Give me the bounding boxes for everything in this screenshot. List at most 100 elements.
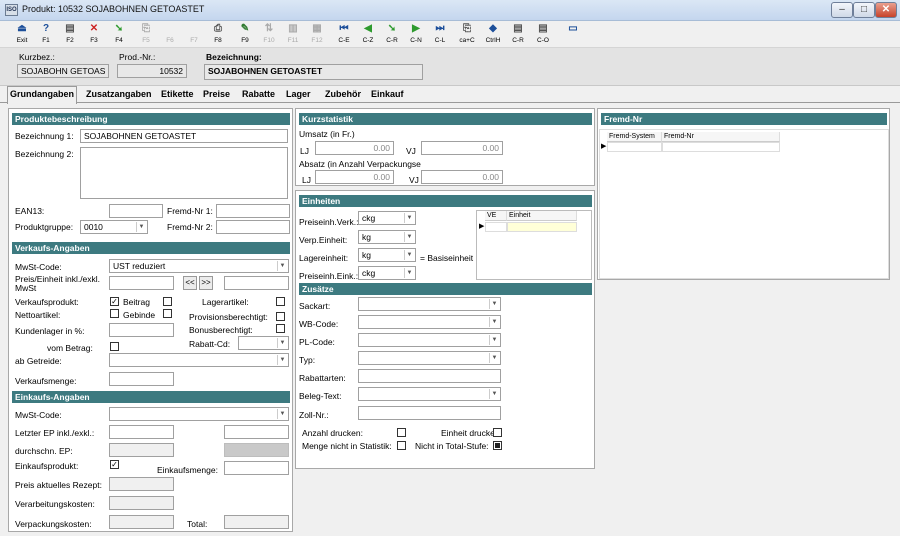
letzter-ep-field[interactable] [109,425,174,439]
next-price-button[interactable]: >> [199,276,213,290]
sackart-select[interactable]: ▼ [358,297,501,311]
section-verkaufs-angaben: Verkaufs-Angaben [12,242,290,254]
kundenlager-field[interactable] [109,323,174,337]
preiseinh-eink-select[interactable]: ckg ▼ [358,266,416,280]
toolbar-label: Exit [16,37,28,44]
beitrag-checkbox[interactable] [163,297,172,306]
left-panel: Produktebeschreibung Bezeichnung 1: SOJA… [8,108,293,532]
grid-cell[interactable] [662,142,780,152]
rabattarten-field[interactable] [358,369,501,383]
toolbar-button-f8[interactable]: ⎙ F8 [207,22,229,47]
preis2-field[interactable] [224,276,289,290]
mwst-select[interactable]: UST reduziert ▼ [109,259,289,273]
toolbar-button-f3[interactable]: ✕ F3 [83,22,105,47]
toolbar-button-f11[interactable]: ▥ F11 [282,22,304,47]
lagerartikel-checkbox[interactable] [276,297,285,306]
tab-preise[interactable]: Preise [201,87,232,103]
rabattcd-select[interactable]: ▼ [238,336,289,350]
kurzbez-field[interactable]: SOJABOHN GETOAS [17,64,109,78]
toolbar-button-c-n[interactable]: ▶ C-N [405,22,427,47]
plcode-select[interactable]: ▼ [358,333,501,347]
anzahl-drucken-checkbox[interactable] [397,428,406,437]
toolbar-button-extra[interactable]: ▭ [562,22,584,47]
toolbar-button-exit[interactable]: ⏏ Exit [11,22,33,47]
einkaufsmenge-field[interactable] [224,461,289,475]
minimize-button[interactable]: – [831,2,853,18]
fremdnr-grid[interactable]: Fremd-System Fremd-Nr ▶ [599,129,889,279]
toolbar-button-f6[interactable]: F6 [159,22,181,47]
toolbar-button-c-e[interactable]: ⏮ C-E [333,22,355,47]
typ-select[interactable]: ▼ [358,351,501,365]
toolbar-button-c-r[interactable]: ▤ C-R [507,22,529,47]
fremd2-field[interactable] [216,220,290,234]
belegtext-select[interactable]: ▼ [358,387,501,401]
fremd1-field[interactable] [216,204,290,218]
preis-field[interactable] [109,276,174,290]
nettoartikel-checkbox[interactable] [110,309,119,318]
toolbar-button-f2[interactable]: ▤ F2 [59,22,81,47]
tab-zusatzangaben[interactable]: Zusatzangaben [84,87,154,103]
bez2-field[interactable] [80,147,288,199]
grid-col-fremd-system[interactable]: Fremd-System [607,132,662,142]
ek-mwst-select[interactable]: ▼ [109,407,289,421]
maximize-button[interactable]: □ [853,2,875,18]
verarbeitung-label: Verarbeitungskosten: [15,499,95,509]
einkaufsprodukt-checkbox[interactable] [110,460,119,469]
bonus-checkbox[interactable] [276,324,285,333]
toolbar-button-f7[interactable]: F7 [183,22,205,47]
toolbar-label: F12 [311,37,323,44]
verkaufsprodukt-checkbox[interactable] [110,297,119,306]
chevron-down-icon: ▼ [404,268,414,278]
grid-cell[interactable] [485,222,507,232]
produktgruppe-select[interactable]: 0010 ▼ [80,220,148,234]
einheiten-grid[interactable]: VE Einheit ▶ [476,210,592,280]
tab-lager[interactable]: Lager [284,87,313,103]
toolbar-button-f4[interactable]: ➘ F4 [108,22,130,47]
verp-einheit-select[interactable]: kg ▼ [358,230,416,244]
tab-grundangaben[interactable]: Grundangaben [7,86,78,104]
close-button[interactable]: ✕ [875,2,897,18]
toolbar-button-f10[interactable]: ⇅ F10 [258,22,280,47]
toolbar-button-f12[interactable]: ▦ F12 [306,22,328,47]
vombetrag-checkbox[interactable] [110,342,119,351]
tab-etikette[interactable]: Etikette [159,87,196,103]
toolbar-button-c-z[interactable]: ◀ C-Z [357,22,379,47]
grid-col-einheit[interactable]: Einheit [507,211,577,221]
bezeichnung-field[interactable]: SOJABOHNEN GETOASTET [204,64,423,80]
grid-cell[interactable] [507,222,577,232]
app-icon[interactable]: ISO [5,4,18,16]
toolbar-icon: ⇅ [264,23,274,34]
toolbar-button-f5[interactable]: ⎘ F5 [135,22,157,47]
lagereinheit-select[interactable]: kg ▼ [358,248,416,262]
gebinde-checkbox[interactable] [163,309,172,318]
provision-checkbox[interactable] [276,312,285,321]
letzter-ep2-field[interactable] [224,425,289,439]
ean-field[interactable] [109,204,163,218]
einheit-drucken-checkbox[interactable] [493,428,502,437]
einheiten-panel: Einheiten Preiseinh.Verk.: ckg ▼ Verp.Ein… [295,190,595,469]
wbcode-select[interactable]: ▼ [358,315,501,329]
zollnr-field[interactable] [358,406,501,420]
menge-statistik-checkbox[interactable] [397,441,406,450]
toolbar-button-f1[interactable]: ? F1 [35,22,57,47]
bez1-field[interactable]: SOJABOHNEN GETOASTET [80,129,288,143]
grid-cell[interactable] [607,142,662,152]
toolbar-button-c-r[interactable]: ➘ C-R [381,22,403,47]
tab-einkauf[interactable]: Einkauf [369,87,406,103]
toolbar-button-c-o[interactable]: ▤ C-O [532,22,554,47]
preiseinh-verk-select[interactable]: ckg ▼ [358,211,416,225]
toolbar-button-ca-c[interactable]: ⎘ ca+C [456,22,478,47]
tab-rabatte[interactable]: Rabatte [240,87,277,103]
grid-col-ve[interactable]: VE [485,211,507,221]
total-stufe-checkbox[interactable] [493,441,502,450]
getreide-select[interactable]: ▼ [109,353,289,367]
toolbar-button-f9[interactable]: ✎ F9 [234,22,256,47]
prev-price-button[interactable]: << [183,276,197,290]
toolbar-button-ctrlh[interactable]: ◆ CtrlH [482,22,504,47]
toolbar-button-c-l[interactable]: ⏭ C-L [429,22,451,47]
verkaufsmenge-field[interactable] [109,372,174,386]
prodnr-field[interactable]: 10532 [117,64,187,78]
grid-col-fremd-nr[interactable]: Fremd-Nr [662,132,780,142]
belegtext-label: Beleg-Text: [299,391,342,401]
tab-zubehoer[interactable]: Zubehör [323,87,363,103]
